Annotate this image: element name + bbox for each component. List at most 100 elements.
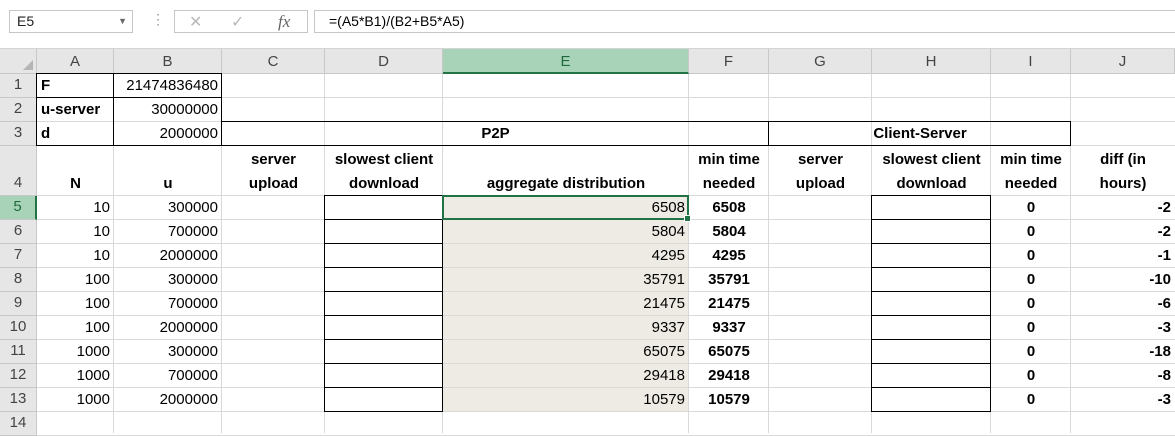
row-header-12[interactable]: 12 bbox=[0, 364, 37, 388]
cell-e12[interactable]: 29418 bbox=[443, 364, 689, 388]
row-header-9[interactable]: 9 bbox=[0, 292, 37, 316]
cell-j12[interactable]: -8 bbox=[1071, 364, 1175, 388]
row-header-10[interactable]: 10 bbox=[0, 316, 37, 340]
select-all-corner[interactable] bbox=[0, 49, 37, 74]
column-title-a[interactable]: N bbox=[37, 146, 114, 196]
name-box[interactable]: E5 ▼ bbox=[9, 10, 133, 33]
column-title-j[interactable]: diff (in hours) bbox=[1071, 146, 1175, 196]
cell-i6[interactable]: 0 bbox=[991, 220, 1071, 244]
row-header-4[interactable]: 4 bbox=[0, 146, 37, 196]
column-header-a[interactable]: A bbox=[37, 49, 114, 74]
selected-cell-e5[interactable] bbox=[442, 195, 691, 222]
cell-f13[interactable]: 10579 bbox=[689, 388, 769, 412]
cell-b9[interactable]: 700000 bbox=[114, 292, 222, 316]
cell-b6[interactable]: 700000 bbox=[114, 220, 222, 244]
cell-a12[interactable]: 1000 bbox=[37, 364, 114, 388]
cell-i8[interactable]: 0 bbox=[991, 268, 1071, 292]
cancel-icon[interactable]: ✕ bbox=[189, 12, 202, 32]
cell-j11[interactable]: -18 bbox=[1071, 340, 1175, 364]
param-value[interactable]: 30000000 bbox=[114, 98, 222, 122]
cell-b13[interactable]: 2000000 bbox=[114, 388, 222, 412]
column-header-c[interactable]: C bbox=[222, 49, 325, 74]
cell-f8[interactable]: 35791 bbox=[689, 268, 769, 292]
cell-e8[interactable]: 35791 bbox=[443, 268, 689, 292]
cell-a10[interactable]: 100 bbox=[37, 316, 114, 340]
cell-j9[interactable]: -6 bbox=[1071, 292, 1175, 316]
column-header-g[interactable]: G bbox=[769, 49, 872, 74]
row-header-14[interactable]: 14 bbox=[0, 412, 37, 436]
cell-b7[interactable]: 2000000 bbox=[114, 244, 222, 268]
param-label[interactable]: d bbox=[37, 122, 114, 146]
row-header-2[interactable]: 2 bbox=[0, 98, 37, 122]
cell-i13[interactable]: 0 bbox=[991, 388, 1071, 412]
cell-j7[interactable]: -1 bbox=[1071, 244, 1175, 268]
cell-b11[interactable]: 300000 bbox=[114, 340, 222, 364]
column-header-j[interactable]: J bbox=[1071, 49, 1175, 74]
cell-f12[interactable]: 29418 bbox=[689, 364, 769, 388]
cell-j6[interactable]: -2 bbox=[1071, 220, 1175, 244]
insert-function-icon[interactable]: fx bbox=[278, 12, 290, 32]
cell-a6[interactable]: 10 bbox=[37, 220, 114, 244]
cell-j5[interactable]: -2 bbox=[1071, 196, 1175, 220]
cell-i10[interactable]: 0 bbox=[991, 316, 1071, 340]
column-title-d[interactable]: slowest client download bbox=[325, 146, 443, 196]
cell-a11[interactable]: 1000 bbox=[37, 340, 114, 364]
cell-f6[interactable]: 5804 bbox=[689, 220, 769, 244]
row-header-11[interactable]: 11 bbox=[0, 340, 37, 364]
cell-f11[interactable]: 65075 bbox=[689, 340, 769, 364]
row-header-3[interactable]: 3 bbox=[0, 122, 37, 146]
cell-i5[interactable]: 0 bbox=[991, 196, 1071, 220]
cell-f7[interactable]: 4295 bbox=[689, 244, 769, 268]
row-header-13[interactable]: 13 bbox=[0, 388, 37, 412]
param-label[interactable]: u-server bbox=[37, 98, 114, 122]
row-header-1[interactable]: 1 bbox=[0, 74, 37, 98]
column-title-g[interactable]: server upload bbox=[769, 146, 872, 196]
cell-a8[interactable]: 100 bbox=[37, 268, 114, 292]
cell-e7[interactable]: 4295 bbox=[443, 244, 689, 268]
cell-b10[interactable]: 2000000 bbox=[114, 316, 222, 340]
cell-b12[interactable]: 700000 bbox=[114, 364, 222, 388]
column-title-h[interactable]: slowest client download bbox=[872, 146, 991, 196]
column-title-f[interactable]: min time needed bbox=[689, 146, 769, 196]
cell-e11[interactable]: 65075 bbox=[443, 340, 689, 364]
cell-f5[interactable]: 6508 bbox=[689, 196, 769, 220]
more-options-icon[interactable]: ⋮ bbox=[151, 11, 165, 28]
chevron-down-icon[interactable]: ▼ bbox=[118, 11, 127, 32]
cell-j10[interactable]: -3 bbox=[1071, 316, 1175, 340]
param-value[interactable]: 2000000 bbox=[114, 122, 222, 146]
column-header-b[interactable]: B bbox=[114, 49, 222, 74]
cell-e13[interactable]: 10579 bbox=[443, 388, 689, 412]
row-header-6[interactable]: 6 bbox=[0, 220, 37, 244]
column-header-d[interactable]: D bbox=[325, 49, 443, 74]
cell-f9[interactable]: 21475 bbox=[689, 292, 769, 316]
cell-i9[interactable]: 0 bbox=[991, 292, 1071, 316]
cell-j8[interactable]: -10 bbox=[1071, 268, 1175, 292]
check-icon[interactable]: ✓ bbox=[231, 12, 244, 32]
column-title-e[interactable]: aggregate distribution bbox=[443, 146, 689, 196]
cell-e10[interactable]: 9337 bbox=[443, 316, 689, 340]
cell-a9[interactable]: 100 bbox=[37, 292, 114, 316]
cell-j13[interactable]: -3 bbox=[1071, 388, 1175, 412]
column-title-i[interactable]: min time needed bbox=[991, 146, 1071, 196]
column-header-i[interactable]: I bbox=[991, 49, 1071, 74]
param-label[interactable]: F bbox=[37, 74, 114, 98]
group-header-client-server[interactable]: Client-Server bbox=[769, 122, 1071, 146]
row-header-8[interactable]: 8 bbox=[0, 268, 37, 292]
column-header-e[interactable]: E bbox=[443, 49, 689, 74]
column-title-b[interactable]: u bbox=[114, 146, 222, 196]
row-header-7[interactable]: 7 bbox=[0, 244, 37, 268]
cell-a7[interactable]: 10 bbox=[37, 244, 114, 268]
cell-b5[interactable]: 300000 bbox=[114, 196, 222, 220]
cell-f10[interactable]: 9337 bbox=[689, 316, 769, 340]
column-header-f[interactable]: F bbox=[689, 49, 769, 74]
cell-a13[interactable]: 1000 bbox=[37, 388, 114, 412]
group-header-p2p[interactable]: P2P bbox=[222, 122, 769, 146]
cell-i11[interactable]: 0 bbox=[991, 340, 1071, 364]
cell-a5[interactable]: 10 bbox=[37, 196, 114, 220]
cell-e9[interactable]: 21475 bbox=[443, 292, 689, 316]
cell-i7[interactable]: 0 bbox=[991, 244, 1071, 268]
column-title-c[interactable]: server upload bbox=[222, 146, 325, 196]
formula-input[interactable]: =(A5*B1)/(B2+B5*A5) bbox=[314, 10, 1175, 33]
cell-e6[interactable]: 5804 bbox=[443, 220, 689, 244]
cell-i12[interactable]: 0 bbox=[991, 364, 1071, 388]
